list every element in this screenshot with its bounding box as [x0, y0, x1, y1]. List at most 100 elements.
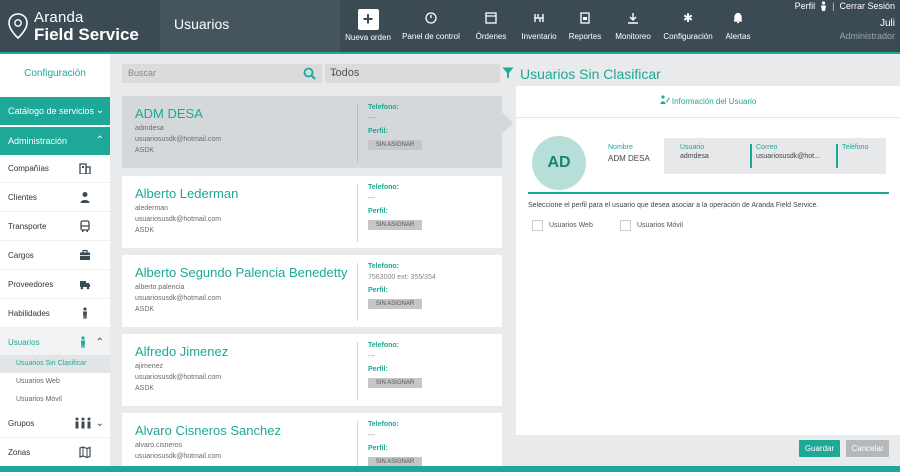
user-card[interactable]: ADM DESA admdesa usuariosusdk@hotmail.co… [122, 96, 502, 168]
reports-icon [576, 9, 594, 27]
nav-label: Reportes [568, 32, 602, 41]
person-icon [78, 191, 92, 204]
nav-inventory[interactable]: Inventario [516, 0, 562, 52]
sidebar-subitem-unclassified[interactable]: Usuarios Sin Clasificar [0, 355, 110, 373]
phone-label: Telefono: [368, 421, 399, 428]
divider [357, 263, 358, 321]
user-email: usuariosusdk@hotmail.com [135, 136, 222, 143]
user-icon [76, 336, 90, 349]
search-input[interactable]: Buscar [122, 64, 322, 83]
status-badge: SIN ASIGNAR [368, 378, 422, 388]
checkbox-box[interactable] [620, 220, 631, 231]
monitor-icon [624, 9, 642, 27]
sidebar-item-providers[interactable]: Proveedores [0, 270, 110, 299]
phone-label: Telefono: [368, 263, 399, 270]
user-list: ADM DESA admdesa usuariosusdk@hotmail.co… [122, 96, 502, 472]
sidebar-catalog[interactable]: Catálogo de servicios ⌄ [0, 97, 110, 125]
user-email: usuariosusdk@hotmail.com [135, 295, 222, 302]
nav-new-order[interactable]: + Nueva orden [340, 0, 396, 52]
sidebar-item-label: Grupos [8, 419, 35, 428]
module-title: Usuarios [160, 0, 340, 52]
status-select[interactable]: Todos ⌄ [325, 64, 500, 83]
user-login: alvaro.cisneros [135, 442, 183, 449]
divider [357, 342, 358, 400]
email-label: Correo [756, 144, 778, 151]
cancel-button[interactable]: Cancelar [846, 440, 889, 457]
nav-label: Configuración [663, 32, 713, 41]
phone-value: 7563000 ext: 355/354 [368, 274, 436, 281]
divider [357, 104, 358, 162]
nav-reports[interactable]: Reportes [562, 0, 608, 52]
nav-dashboard[interactable]: Panel de control [396, 0, 466, 52]
user-login: alederman [135, 205, 169, 212]
location-pin-icon [8, 13, 28, 39]
profile-label: Perfil: [368, 128, 388, 135]
user-card[interactable]: Alberto Segundo Palencia Benedetty alber… [122, 255, 502, 327]
user-info-card: AD Nombre ADM DESA Usuario admdesa Corre… [528, 132, 889, 194]
checkbox-box[interactable] [532, 220, 543, 231]
username-field: Usuario admdesa [670, 144, 709, 168]
sidebar-item-users[interactable]: Usuarios ⌃ [0, 328, 110, 357]
checkbox-label: Usuarios Móvil [637, 222, 683, 229]
phone-value: --- [368, 195, 375, 202]
sidebar-subitem-mobile[interactable]: Usuarios Móvil [0, 391, 110, 409]
profile-label: Perfil: [368, 287, 388, 294]
checkbox-label: Usuarios Web [549, 222, 593, 229]
phone-label: Telefono: [368, 184, 399, 191]
user-email: usuariosusdk@hotmail.com [135, 216, 222, 223]
sidebar-item-clients[interactable]: Clientes [0, 183, 110, 212]
save-button[interactable]: Guardar [799, 440, 840, 457]
user-fields-box: Usuario admdesa Correo usuariosusdk@hot.… [664, 138, 886, 174]
phone-value: --- [368, 353, 375, 360]
sidebar-item-label: Transporte [8, 222, 47, 231]
sidebar-item-skills[interactable]: Habilidades [0, 299, 110, 328]
divider [357, 184, 358, 242]
email-value: usuariosusdk@hot... [756, 153, 820, 160]
nav-monitor[interactable]: Monitoreo [608, 0, 658, 52]
user-card[interactable]: Alvaro Cisneros Sanchez alvaro.cisneros … [122, 413, 502, 472]
bottom-accent-bar [0, 466, 900, 472]
phone-value: --- [368, 115, 375, 122]
sidebar-administration[interactable]: Administración ⌃ [0, 127, 110, 155]
nav-alerts[interactable]: Alertas [718, 0, 758, 52]
sidebar-item-zones[interactable]: Zonas [0, 438, 110, 467]
name-label: Nombre [608, 144, 633, 151]
nav-label: Inventario [521, 32, 557, 41]
sidebar-item-label: Clientes [8, 193, 37, 202]
truck-icon [78, 278, 92, 291]
search-icon[interactable] [303, 67, 316, 80]
user-login: ajimenez [135, 363, 164, 370]
web-users-checkbox[interactable]: Usuarios Web [532, 220, 593, 231]
mobile-users-checkbox[interactable]: Usuarios Móvil [620, 220, 683, 231]
logout-link[interactable]: Cerrar Sesión [839, 1, 895, 11]
chevron-up-icon: ⌃ [95, 337, 104, 348]
skills-icon [78, 307, 92, 320]
profile-label: Perfil: [368, 445, 388, 452]
plus-icon: + [357, 9, 379, 30]
user-card[interactable]: Alberto Lederman alederman usuariosusdk@… [122, 176, 502, 248]
main-nav: + Nueva orden Panel de control Órdenes I… [340, 0, 758, 52]
phone-label: Telefono: [368, 342, 399, 349]
sidebar-item-label: Zonas [8, 448, 31, 457]
group-icon [74, 417, 91, 430]
user-card[interactable]: Alfredo Jimenez ajimenez usuariosusdk@ho… [122, 334, 502, 406]
avatar: AD [532, 136, 586, 190]
sidebar-item-label: Habilidades [8, 309, 50, 318]
sidebar-title: Configuración [24, 68, 86, 79]
nav-orders[interactable]: Órdenes [466, 0, 516, 52]
brand-logo[interactable]: Aranda Field Service [0, 0, 160, 52]
sidebar-item-companies[interactable]: Compañías [0, 154, 110, 183]
nav-settings[interactable]: ✱ Configuración [658, 0, 718, 52]
filter-icon[interactable] [502, 67, 514, 79]
divider [357, 421, 358, 472]
sidebar-item-positions[interactable]: Cargos [0, 241, 110, 270]
profile-instructions: Seleccione el perfil para el usuario que… [528, 202, 819, 209]
sidebar-subitem-web[interactable]: Usuarios Web [0, 373, 110, 391]
profile-link[interactable]: Perfil [795, 1, 816, 11]
separator: | [832, 1, 835, 11]
phone-field: Teléfono [836, 144, 868, 168]
sidebar-item-groups[interactable]: Grupos ⌄ [0, 409, 110, 438]
sidebar-item-transport[interactable]: Transporte [0, 212, 110, 241]
chevron-up-icon: ⌃ [95, 135, 104, 146]
person-icon [821, 1, 827, 11]
